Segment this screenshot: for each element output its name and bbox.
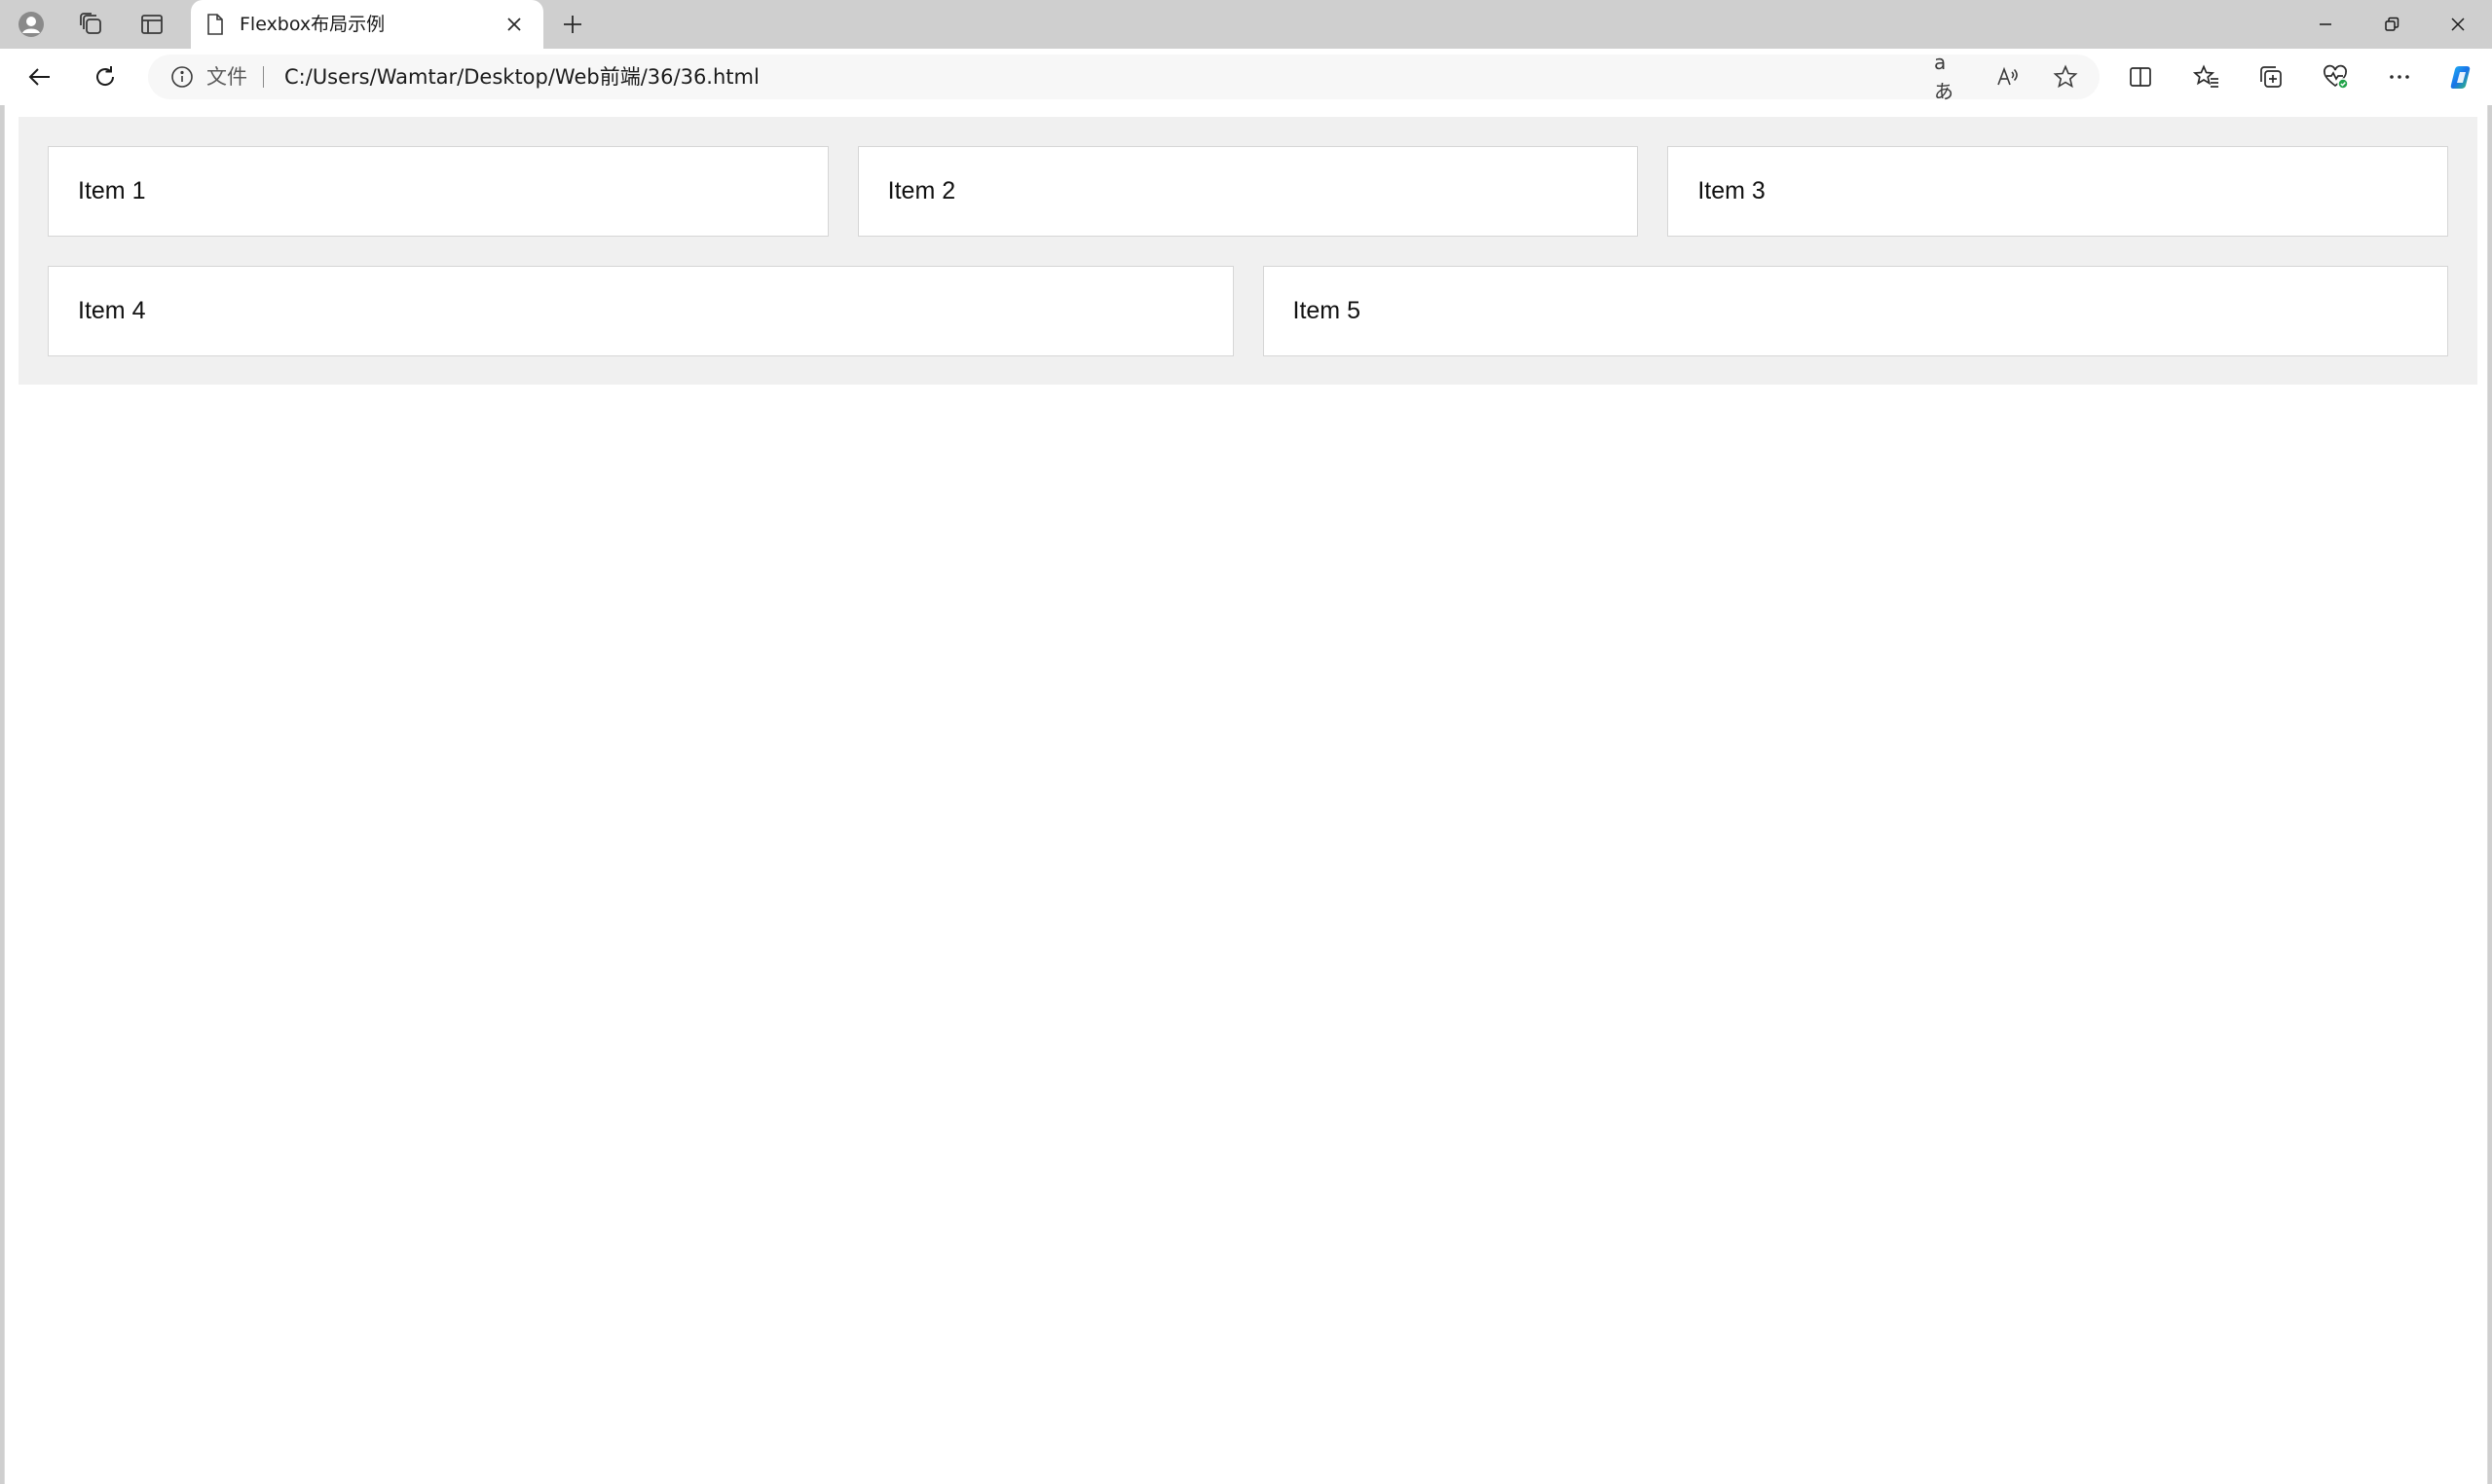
vertical-tabs-button[interactable] bbox=[127, 5, 177, 44]
star-icon bbox=[2053, 64, 2078, 89]
split-screen-button[interactable] bbox=[2118, 56, 2163, 97]
restore-icon bbox=[2385, 17, 2399, 31]
profile-icon bbox=[19, 12, 44, 37]
page-viewport: Item 1 Item 2 Item 3 Item 4 Item 5 bbox=[4, 105, 2488, 1484]
minimize-button[interactable] bbox=[2292, 0, 2359, 49]
page-icon bbox=[207, 14, 223, 35]
address-separator bbox=[263, 66, 264, 88]
restore-button[interactable] bbox=[2359, 0, 2425, 49]
read-aloud-button[interactable] bbox=[1992, 62, 2022, 92]
flex-item-1: Item 1 bbox=[48, 146, 829, 237]
favorite-button[interactable] bbox=[2051, 62, 2080, 92]
close-window-icon bbox=[2451, 18, 2465, 31]
url-text[interactable]: C:/Users/Wamtar/Desktop/Web前端/36/36.html bbox=[284, 55, 760, 99]
collections-button[interactable] bbox=[2249, 56, 2293, 97]
tab-title: Flexbox布局示例 bbox=[240, 14, 386, 35]
info-icon[interactable] bbox=[169, 64, 195, 90]
active-tab[interactable]: Flexbox布局示例 bbox=[191, 0, 543, 49]
browser-toolbar: 文件 C:/Users/Wamtar/Desktop/Web前端/36/36.h… bbox=[0, 49, 2492, 105]
new-tab-button[interactable] bbox=[547, 5, 598, 44]
vertical-tabs-icon bbox=[141, 15, 163, 34]
workspaces-button[interactable] bbox=[66, 5, 117, 44]
flex-item-2: Item 2 bbox=[857, 146, 1639, 237]
more-icon bbox=[2390, 75, 2409, 79]
plus-icon bbox=[564, 16, 581, 33]
favorites-button[interactable] bbox=[2184, 56, 2229, 97]
translate-icon: aあ bbox=[1934, 51, 1953, 103]
refresh-button[interactable] bbox=[83, 56, 128, 97]
minimize-icon bbox=[2320, 23, 2331, 25]
flex-item-3: Item 3 bbox=[1667, 146, 2448, 237]
refresh-icon bbox=[96, 66, 115, 86]
close-window-button[interactable] bbox=[2425, 0, 2491, 49]
flex-item-4: Item 4 bbox=[48, 266, 1234, 356]
translate-button[interactable]: aあ bbox=[1934, 51, 1963, 103]
tab-strip: Flexbox布局示例 bbox=[0, 0, 2492, 49]
back-arrow-icon bbox=[28, 68, 50, 86]
more-button[interactable] bbox=[2377, 56, 2422, 97]
copilot-icon bbox=[2450, 66, 2471, 89]
split-screen-icon bbox=[2130, 67, 2151, 87]
copilot-button[interactable] bbox=[2439, 56, 2484, 97]
address-bar[interactable]: 文件 C:/Users/Wamtar/Desktop/Web前端/36/36.h… bbox=[148, 51, 2100, 103]
heart-pulse-icon bbox=[2324, 64, 2349, 90]
scheme-label: 文件 bbox=[206, 65, 247, 89]
read-aloud-icon bbox=[1997, 66, 2018, 86]
workspaces-icon bbox=[80, 13, 101, 34]
flex-item-5: Item 5 bbox=[1262, 266, 2448, 356]
profile-button[interactable] bbox=[6, 5, 56, 44]
flex-container: Item 1 Item 2 Item 3 Item 4 Item 5 bbox=[19, 117, 2477, 385]
collections-icon bbox=[2260, 66, 2282, 88]
back-button[interactable] bbox=[18, 56, 62, 97]
close-icon[interactable] bbox=[501, 11, 528, 38]
favorites-icon bbox=[2192, 64, 2218, 88]
browser-essentials-button[interactable] bbox=[2313, 56, 2358, 97]
